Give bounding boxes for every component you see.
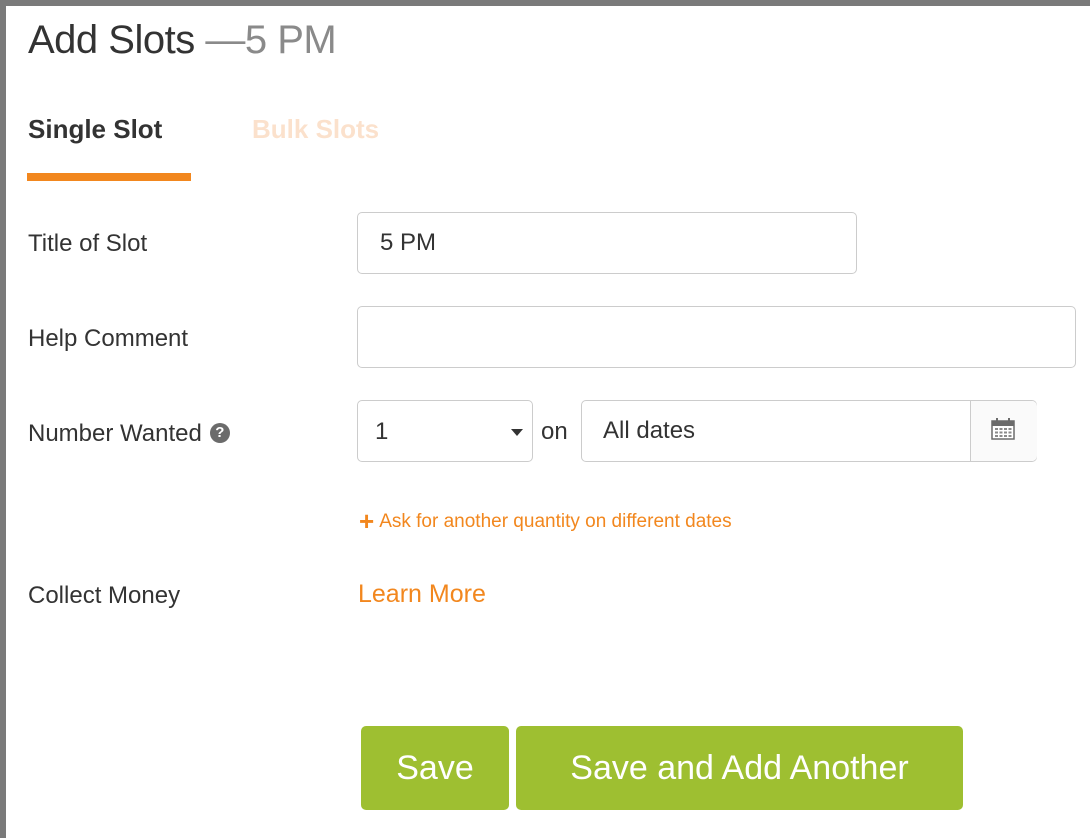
- caret-down-icon: [511, 429, 523, 436]
- help-comment-label: Help Comment: [28, 325, 189, 352]
- save-button[interactable]: Save: [361, 726, 509, 810]
- dialog-title: Add Slots —5 PM: [28, 18, 337, 63]
- quantity-value: 1: [375, 418, 389, 445]
- learn-more-link[interactable]: Learn More: [358, 580, 486, 609]
- dialog-title-main: Add Slots: [28, 18, 195, 62]
- title-of-slot-label: Title of Slot: [28, 230, 148, 257]
- question-circle-icon[interactable]: ?: [209, 422, 230, 443]
- add-quantity-link[interactable]: + Ask for another quantity on different d…: [359, 503, 732, 536]
- help-comment-input[interactable]: [357, 306, 1076, 368]
- collect-money-label: Collect Money: [28, 582, 181, 609]
- on-label: on: [541, 418, 568, 445]
- plus-icon: +: [359, 506, 375, 536]
- tab-single-slot[interactable]: Single Slot: [28, 114, 162, 145]
- active-tab-indicator: [27, 173, 191, 181]
- save-and-add-another-button[interactable]: Save and Add Another: [516, 726, 963, 810]
- quantity-select[interactable]: 1: [357, 400, 533, 462]
- tab-bulk-slots[interactable]: Bulk Slots: [252, 114, 379, 145]
- dialog-title-slot: —5 PM: [205, 18, 337, 62]
- calendar-button[interactable]: [970, 401, 1037, 461]
- title-of-slot-input[interactable]: [357, 212, 857, 274]
- number-wanted-label: Number Wanted?: [28, 420, 230, 448]
- dates-input[interactable]: [582, 401, 970, 461]
- dates-field-group: [581, 400, 1037, 462]
- number-wanted-label-text: Number Wanted: [28, 420, 202, 447]
- add-quantity-link-text: Ask for another quantity on different da…: [379, 511, 732, 532]
- calendar-icon: [991, 418, 1015, 440]
